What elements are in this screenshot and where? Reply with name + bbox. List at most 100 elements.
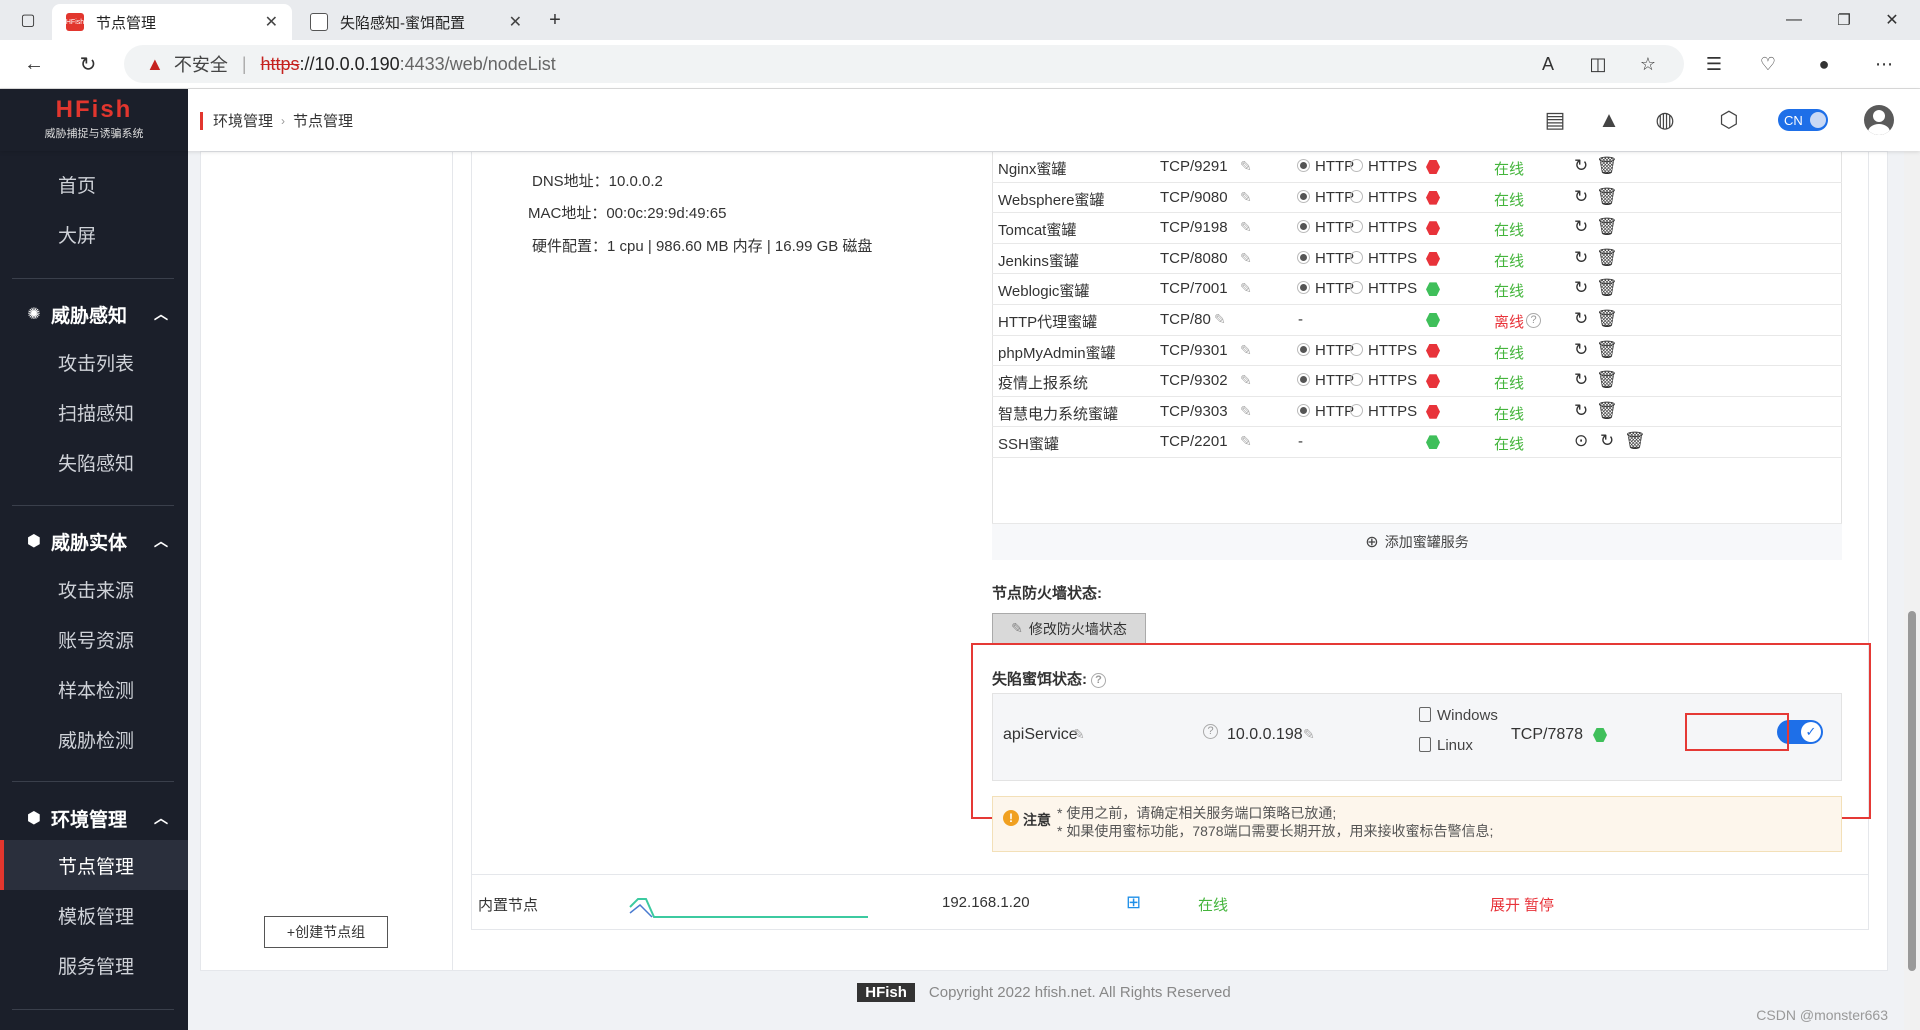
help-icon[interactable]: ? [1526,313,1541,328]
add-service-button[interactable]: ⊕ 添加蜜罐服务 [992,523,1842,560]
restart-icon[interactable]: ↻ [1574,217,1588,237]
tab-actions-icon[interactable]: ▢ [14,6,42,34]
more-menu-icon[interactable]: ⋯ [1870,50,1898,78]
sidebar-group-threat-entity[interactable]: ⬢ 威胁实体 ︿ [0,516,188,566]
pause-link[interactable]: 暂停 [1524,894,1554,915]
delete-icon[interactable]: 🗑 [1596,217,1618,237]
edit-icon[interactable]: ✎ [1240,250,1252,267]
breadcrumb-item[interactable]: 环境管理 [213,110,273,131]
new-tab-icon[interactable]: + [541,6,569,34]
restart-icon[interactable]: ↻ [1600,431,1614,451]
sidebar-item-node-management[interactable]: 节点管理 [0,840,188,890]
avatar[interactable] [1864,105,1894,135]
edit-icon[interactable]: ✎ [1240,403,1252,420]
sidebar-item-service-management[interactable]: 服务管理 [0,940,188,990]
modify-firewall-button[interactable]: ✎ 修改防火墙状态 [992,613,1146,644]
sidebar-item-threat-detection[interactable]: 威胁检测 [0,714,188,764]
http-radio[interactable]: HTTP [1297,158,1354,175]
reload-icon[interactable]: ↻ [74,50,102,78]
https-radio[interactable]: HTTPS [1350,342,1417,359]
help-icon[interactable]: ? [1091,673,1106,688]
https-radio[interactable]: HTTPS [1350,189,1417,206]
expand-link[interactable]: 展开 [1490,894,1520,915]
sidebar-group-env-management[interactable]: ⬢ 环境管理 ︿ [0,793,188,843]
settings-icon[interactable]: ⊙ [1574,431,1588,451]
restart-icon[interactable]: ↻ [1574,309,1588,329]
scrollbar-thumb[interactable] [1908,611,1916,971]
restart-icon[interactable]: ↻ [1574,156,1588,176]
http-radio[interactable]: HTTP [1297,280,1354,297]
tab-node-management[interactable]: HFish 节点管理 ✕ [52,4,292,40]
delete-icon[interactable]: 🗑 [1596,187,1618,207]
https-radio[interactable]: HTTPS [1350,372,1417,389]
edit-icon[interactable]: ✎ [1214,311,1226,328]
restart-icon[interactable]: ↻ [1574,248,1588,268]
http-radio[interactable]: HTTP [1297,403,1354,420]
create-node-group-button[interactable]: +创建节点组 [264,916,388,948]
edit-icon[interactable]: ✎ [1240,158,1252,175]
restart-icon[interactable]: ↻ [1574,401,1588,421]
https-radio[interactable]: HTTPS [1350,219,1417,236]
restore-icon[interactable]: ❐ [1830,6,1858,34]
edit-icon[interactable]: ✎ [1303,726,1315,743]
tab-decoy-config[interactable]: 失陷感知-蜜饵配置 ✕ [296,4,536,40]
edit-icon[interactable]: ✎ [1240,189,1252,206]
sidebar-item-bigscreen[interactable]: 大屏 [0,209,188,259]
edit-icon[interactable]: ✎ [1240,342,1252,359]
favorite-star-icon[interactable]: ☆ [1634,50,1662,78]
http-radio[interactable]: HTTP [1297,219,1354,236]
https-radio[interactable]: HTTPS [1350,158,1417,175]
scrollbar[interactable] [1904,151,1920,1030]
sidebar-group-threat-perception[interactable]: ✺ 威胁感知 ︿ [0,289,188,339]
minimize-icon[interactable]: — [1780,6,1808,34]
logo[interactable]: HFish 威胁捕捉与诱骗系统 [0,89,188,151]
edit-icon[interactable]: ✎ [1240,280,1252,297]
http-radio[interactable]: HTTP [1297,250,1354,267]
close-icon[interactable]: ✕ [509,12,522,32]
edit-icon[interactable]: ✎ [1240,372,1252,389]
sidebar-item-template-management[interactable]: 模板管理 [0,890,188,940]
sidebar-item-scan[interactable]: 扫描感知 [0,387,188,437]
sidebar-item-attack-source[interactable]: 攻击来源 [0,564,188,614]
https-radio[interactable]: HTTPS [1350,403,1417,420]
split-screen-icon[interactable]: ◫ [1584,50,1612,78]
wechat-icon[interactable]: ◍ [1650,105,1680,135]
http-radio[interactable]: HTTP [1297,189,1354,206]
restart-icon[interactable]: ↻ [1574,340,1588,360]
delete-icon[interactable]: 🗑 [1596,278,1618,298]
sidebar-item-accounts[interactable]: 账号资源 [0,614,188,664]
https-radio[interactable]: HTTPS [1350,280,1417,297]
favorites-list-icon[interactable]: ☰ [1700,50,1728,78]
linux-download-link[interactable]: Linux [1419,737,1473,754]
http-radio[interactable]: HTTP [1297,372,1354,389]
read-aloud-icon[interactable]: A [1534,50,1562,78]
profile-icon[interactable]: ● [1810,50,1838,78]
rocket-icon[interactable]: ▲ [1594,105,1624,135]
health-icon[interactable]: ♡ [1754,50,1782,78]
delete-icon[interactable]: 🗑 [1624,431,1646,451]
sidebar-item-sample-detection[interactable]: 样本检测 [0,664,188,714]
delete-icon[interactable]: 🗑 [1596,401,1618,421]
delete-icon[interactable]: 🗑 [1596,370,1618,390]
sidebar-item-home[interactable]: 首页 [0,159,188,209]
document-icon[interactable]: ▤ [1540,105,1570,135]
windows-download-link[interactable]: Windows [1419,707,1498,724]
help-icon[interactable]: ? [1203,724,1218,739]
https-radio[interactable]: HTTPS [1350,250,1417,267]
shield-icon[interactable]: ⬡ [1714,105,1744,135]
restart-icon[interactable]: ↻ [1574,278,1588,298]
url-input[interactable]: ▲ 不安全 | https ://10.0.0.190 :4433/web/no… [124,45,1684,83]
restart-icon[interactable]: ↻ [1574,187,1588,207]
node-row[interactable]: 内置节点 192.168.1.20 ⊞ 在线 展开 暂停 [471,874,1869,930]
sidebar-item-attack-list[interactable]: 攻击列表 [0,337,188,387]
edit-icon[interactable]: ✎ [1073,726,1085,743]
restart-icon[interactable]: ↻ [1574,370,1588,390]
http-radio[interactable]: HTTP [1297,342,1354,359]
delete-icon[interactable]: 🗑 [1596,340,1618,360]
language-toggle[interactable]: CN [1778,109,1828,131]
edit-icon[interactable]: ✎ [1240,219,1252,236]
delete-icon[interactable]: 🗑 [1596,309,1618,329]
sidebar-item-compromise[interactable]: 失陷感知 [0,437,188,487]
delete-icon[interactable]: 🗑 [1596,248,1618,268]
edit-icon[interactable]: ✎ [1240,433,1252,450]
